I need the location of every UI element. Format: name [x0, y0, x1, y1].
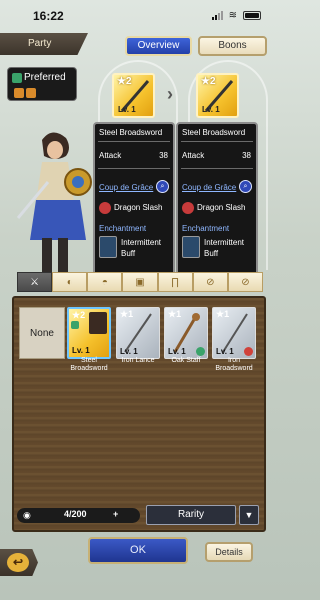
back-button[interactable]: ↩ [0, 549, 38, 576]
bag-count: 4/200 [64, 509, 87, 519]
hero-character [16, 132, 92, 272]
search-icon[interactable]: ⌕ [156, 180, 169, 193]
check-badge-icon [196, 347, 205, 356]
tab-shield[interactable]: ◐ [52, 272, 88, 292]
owner-portrait-icon [89, 312, 107, 334]
expand-bag-button[interactable]: + [113, 509, 118, 519]
attack-label: Attack [99, 151, 122, 160]
inventory-item[interactable]: ★1 Lv. 1 [164, 307, 208, 359]
attack-value: 38 [159, 151, 168, 160]
battery-icon [243, 11, 261, 20]
fire-badge-icon [244, 347, 253, 356]
attack-label: Attack [182, 151, 205, 160]
buff-name: Intermittent Buff [121, 238, 162, 258]
status-time: 16:22 [33, 9, 64, 23]
compare-arrow-icon: › [167, 84, 173, 104]
status-bar: 16:22 ≋ [0, 0, 277, 30]
legs-icon: ∏ [171, 276, 180, 288]
back-arrow-icon: ↩ [7, 553, 29, 572]
inventory-item[interactable]: ★1 Lv. 1 [116, 307, 160, 359]
item-level: Lv. 1 [72, 346, 90, 355]
sword-icon: ⚔ [30, 276, 40, 288]
item-name: Iron Lance [121, 357, 155, 364]
tab-armor[interactable]: ▣ [122, 272, 158, 292]
bag-capacity: ◉ 4/200 + [17, 508, 140, 523]
new-stats-panel: Steel Broadsword Attack 38 Coup de Grâce… [176, 122, 258, 276]
current-weapon-icon[interactable]: ★2 Lv. 1 [112, 73, 155, 118]
item-name: Steel Broadsword [70, 357, 108, 372]
item-name: Iron Broadsword [215, 357, 253, 372]
sword-type-icon [14, 88, 24, 98]
shield-icon: ◐ [66, 276, 73, 288]
skill-icon [99, 202, 111, 214]
tab-accessory-2[interactable]: ⊘ [227, 272, 263, 292]
coup-de-grace-label: Coup de Grâce [182, 183, 237, 192]
weapon-level: Lv. 1 [118, 105, 136, 114]
party-label: Party [28, 38, 52, 49]
accessory2-icon: ⊘ [241, 276, 250, 288]
ok-button[interactable]: OK [88, 537, 188, 564]
item-level: Lv. 1 [216, 347, 234, 356]
new-weapon-icon[interactable]: ★2 Lv. 1 [196, 73, 239, 118]
unequip-none-button[interactable]: None [19, 307, 65, 359]
wifi-icon: ≋ [228, 10, 237, 21]
tab-helmet[interactable]: ◓ [87, 272, 123, 292]
status-icons: ≋ [211, 10, 261, 21]
shield-buff-icon [182, 236, 200, 258]
party-header: Party [0, 33, 88, 55]
enchantment-label: Enchantment [99, 224, 147, 233]
shield-buff-icon [99, 236, 117, 258]
staff-type-icon [26, 88, 36, 98]
tab-accessory[interactable]: ⊘ [192, 272, 228, 292]
signal-icon [211, 11, 223, 20]
skill-name: Dragon Slash [197, 203, 246, 212]
attack-value: 38 [242, 151, 251, 160]
sort-order-button[interactable]: ▼ [239, 505, 259, 525]
rarity-value: 2 [80, 310, 86, 320]
divider [181, 168, 253, 169]
details-button[interactable]: Details [205, 542, 253, 562]
divider [98, 141, 170, 142]
skill-icon [182, 202, 194, 214]
weapon-level: Lv. 1 [202, 105, 220, 114]
item-level: Lv. 1 [168, 347, 186, 356]
coup-de-grace-label: Coup de Grâce [99, 183, 154, 192]
buff-name: Intermittent Buff [204, 238, 245, 258]
preferred-label: Preferred [24, 72, 66, 83]
search-icon[interactable]: ⌕ [239, 180, 252, 193]
armor-icon: ▣ [135, 276, 145, 288]
preferred-icon [12, 73, 22, 83]
rarity-star-icon: ★2 [72, 310, 86, 320]
current-stats-panel: Steel Broadsword Attack 38 Coup de Grâce… [93, 122, 175, 276]
sort-rarity-button[interactable]: Rarity [146, 505, 236, 525]
item-level: Lv. 1 [120, 347, 138, 356]
inventory-item[interactable]: ★2 Lv. 1 [67, 307, 111, 359]
weapon-name: Steel Broadsword [99, 128, 163, 137]
boons-button[interactable]: Boons [198, 36, 267, 56]
helmet-icon: ◓ [101, 276, 108, 288]
tab-weapon[interactable]: ⚔ [17, 272, 53, 292]
skill-name: Dragon Slash [114, 203, 163, 212]
preferred-box: Preferred [7, 67, 77, 101]
equipment-tabs: ⚔ ◐ ◓ ▣ ∏ ⊘ ⊘ [17, 272, 263, 292]
item-name: Oak Staff [171, 357, 201, 364]
bag-icon: ◉ [23, 510, 31, 520]
tab-legs[interactable]: ∏ [157, 272, 193, 292]
divider [98, 168, 170, 169]
inventory-item[interactable]: ★1 Lv. 1 [212, 307, 256, 359]
weapon-name: Steel Broadsword [182, 128, 246, 137]
accessory-icon: ⊘ [206, 276, 215, 288]
overview-button[interactable]: Overview [125, 36, 192, 56]
enchantment-label: Enchantment [182, 224, 230, 233]
divider [181, 141, 253, 142]
equipped-badge-icon [71, 321, 79, 329]
